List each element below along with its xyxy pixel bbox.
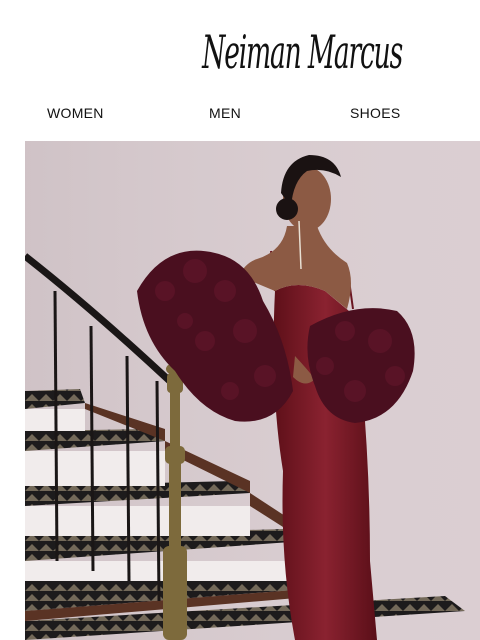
brand-logo-text: Neiman Marcus bbox=[202, 26, 403, 80]
hero-image bbox=[25, 141, 480, 640]
hero-image-link[interactable] bbox=[25, 141, 480, 640]
category-nav: WOMEN MEN SHOES bbox=[0, 100, 480, 126]
email-header: Neiman Marcus bbox=[0, 0, 480, 95]
nav-link-men[interactable]: MEN bbox=[209, 100, 241, 126]
nav-link-shoes[interactable]: SHOES bbox=[350, 100, 401, 126]
nav-link-women[interactable]: WOMEN bbox=[47, 100, 104, 126]
brand-logo[interactable]: Neiman Marcus bbox=[202, 18, 403, 88]
